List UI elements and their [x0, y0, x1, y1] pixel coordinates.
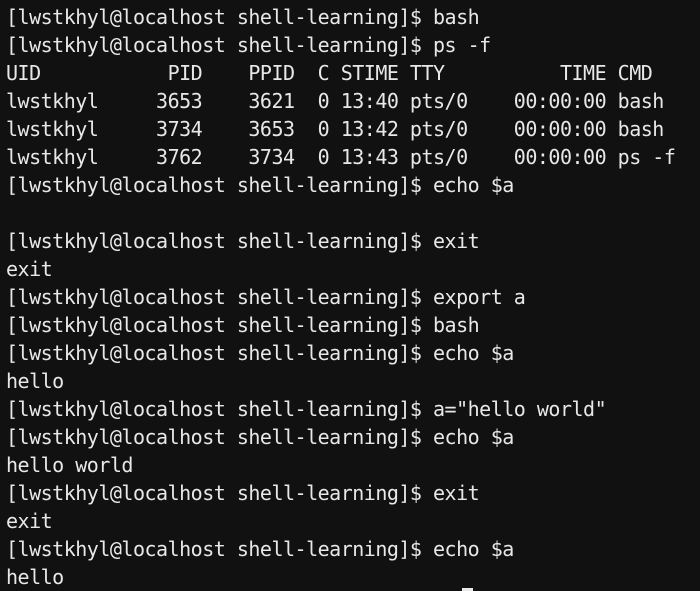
- terminal-line: exit: [6, 257, 53, 281]
- terminal-line: [lwstkhyl@localhost shell-learning]$ a="…: [6, 397, 607, 421]
- terminal-line: hello world: [6, 453, 133, 477]
- terminal-line: exit: [6, 509, 53, 533]
- terminal-line: lwstkhyl 3762 3734 0 13:43 pts/0 00:00:0…: [6, 145, 676, 169]
- terminal-line: hello: [6, 565, 64, 589]
- terminal-line: [lwstkhyl@localhost shell-learning]$ ech…: [6, 537, 514, 561]
- terminal-line: [lwstkhyl@localhost shell-learning]$ ps …: [6, 33, 491, 57]
- terminal-line: [lwstkhyl@localhost shell-learning]$ ech…: [6, 173, 514, 197]
- terminal-window[interactable]: [lwstkhyl@localhost shell-learning]$ bas…: [0, 0, 700, 591]
- terminal-line: [lwstkhyl@localhost shell-learning]$ ech…: [6, 341, 514, 365]
- terminal-line: [lwstkhyl@localhost shell-learning]$ exp…: [6, 285, 526, 309]
- terminal-line: hello: [6, 369, 64, 393]
- terminal-line: [lwstkhyl@localhost shell-learning]$ exi…: [6, 481, 480, 505]
- terminal-line: [lwstkhyl@localhost shell-learning]$ ech…: [6, 425, 514, 449]
- terminal-line: [lwstkhyl@localhost shell-learning]$ exi…: [6, 229, 480, 253]
- terminal-line: lwstkhyl 3734 3653 0 13:42 pts/0 00:00:0…: [6, 117, 664, 141]
- terminal-line: [lwstkhyl@localhost shell-learning]$ bas…: [6, 5, 480, 29]
- terminal-line: lwstkhyl 3653 3621 0 13:40 pts/0 00:00:0…: [6, 89, 664, 113]
- terminal-line: UID PID PPID C STIME TTY TIME CMD: [6, 61, 653, 85]
- terminal-line: [lwstkhyl@localhost shell-learning]$ bas…: [6, 313, 480, 337]
